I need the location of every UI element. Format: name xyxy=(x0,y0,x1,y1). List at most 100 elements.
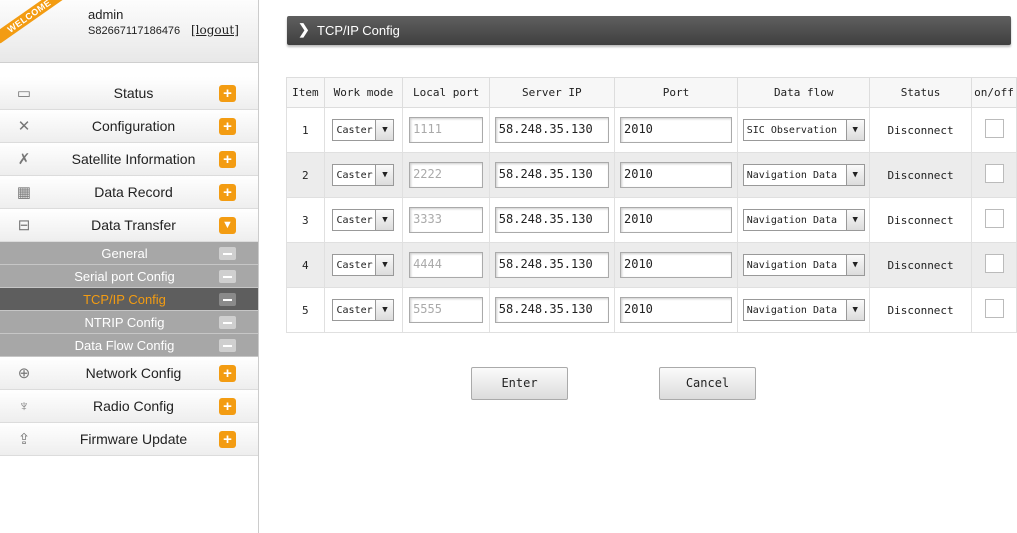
select-value: Caster xyxy=(336,169,373,181)
expand-icon[interactable]: + xyxy=(219,397,236,415)
status-cell: Disconnect xyxy=(869,287,973,333)
local-port-input: 2222 xyxy=(409,162,484,188)
status-cell: Disconnect xyxy=(869,197,973,243)
page-title: TCP/IP Config xyxy=(317,23,400,38)
select-value: Navigation Data xyxy=(746,169,838,181)
data-flow-select[interactable]: Navigation Data ▼ xyxy=(742,209,865,231)
nav-item-label: Radio Config xyxy=(93,398,174,414)
logout-link[interactable]: [logout] xyxy=(191,23,239,37)
table-row: 2 Caster ▼ 2222 58.248.35.130 2010 Naviga… xyxy=(286,152,1017,198)
enter-button[interactable]: Enter xyxy=(471,367,568,400)
work-mode-select[interactable]: Caster ▼ xyxy=(332,164,395,186)
port-input[interactable]: 2010 xyxy=(620,117,732,143)
dropdown-arrow-icon: ▼ xyxy=(375,300,394,320)
expand-icon[interactable]: + xyxy=(219,183,236,201)
subnav-item-label: Data Flow Config xyxy=(74,337,175,353)
tcpip-table: Item Work mode Local port Server IP Port… xyxy=(286,77,1017,333)
expand-icon[interactable]: + xyxy=(219,150,236,168)
select-value: Navigation Data xyxy=(746,214,838,226)
nav-item-label: Data Transfer xyxy=(91,217,176,233)
status-cell: Disconnect xyxy=(869,107,973,153)
table-header-row: Item Work mode Local port Server IP Port… xyxy=(286,77,1017,108)
select-value: Caster xyxy=(336,214,373,226)
on-off-checkbox[interactable] xyxy=(984,164,1004,183)
server-ip-input[interactable]: 58.248.35.130 xyxy=(494,297,609,323)
item-number: 3 xyxy=(286,197,325,243)
expand-icon[interactable]: + xyxy=(219,430,236,448)
data-flow-select[interactable]: Navigation Data ▼ xyxy=(742,164,865,186)
welcome-ribbon: WELCOME xyxy=(0,0,65,44)
collapse-icon[interactable]: ▼ xyxy=(219,216,236,234)
on-off-checkbox[interactable] xyxy=(984,209,1004,228)
col-status: Status xyxy=(869,77,973,108)
on-off-checkbox[interactable] xyxy=(984,119,1004,138)
port-input[interactable]: 2010 xyxy=(620,297,732,323)
cancel-button[interactable]: Cancel xyxy=(659,367,756,400)
main-content: ❯ TCP/IP Config Item Work mode Local por… xyxy=(272,0,1017,533)
nav-item-data-record[interactable]: ▦ Data Record + xyxy=(0,176,258,209)
dropdown-arrow-icon: ▼ xyxy=(375,120,394,140)
calendar-icon: ▦ xyxy=(16,184,32,201)
item-number: 1 xyxy=(286,107,325,153)
nav-item-status[interactable]: ▭ Status + xyxy=(0,77,258,110)
table-row: 4 Caster ▼ 4444 58.248.35.130 2010 Naviga… xyxy=(286,242,1017,288)
minus-icon xyxy=(219,315,236,329)
dropdown-arrow-icon: ▼ xyxy=(845,165,864,185)
status-cell: Disconnect xyxy=(869,242,973,288)
data-flow-select[interactable]: SIC Observation ▼ xyxy=(742,119,865,141)
nav-item-data-transfer[interactable]: ⊟ Data Transfer ▼ xyxy=(0,209,258,242)
minus-icon xyxy=(219,269,236,283)
server-ip-input[interactable]: 58.248.35.130 xyxy=(494,252,609,278)
subnav-item-data-flow-config[interactable]: Data Flow Config xyxy=(0,334,258,357)
server-ip-input[interactable]: 58.248.35.130 xyxy=(494,117,609,143)
port-input[interactable]: 2010 xyxy=(620,207,732,233)
nav-item-configuration[interactable]: ✕ Configuration + xyxy=(0,110,258,143)
work-mode-select[interactable]: Caster ▼ xyxy=(332,209,395,231)
nav-item-label: Network Config xyxy=(85,365,182,381)
tools-icon: ✕ xyxy=(17,118,31,135)
port-input[interactable]: 2010 xyxy=(620,162,732,188)
port-input[interactable]: 2010 xyxy=(620,252,732,278)
upload-icon: ⇪ xyxy=(17,431,31,448)
select-value: Caster xyxy=(336,259,373,271)
satellite-icon: ✗ xyxy=(17,151,31,168)
col-item: Item xyxy=(286,77,325,108)
nav-item-firmware-update[interactable]: ⇪ Firmware Update + xyxy=(0,423,258,456)
select-value: SIC Observation xyxy=(746,124,838,136)
subnav-item-general[interactable]: General xyxy=(0,242,258,265)
nav-item-network-config[interactable]: ⊕ Network Config + xyxy=(0,357,258,390)
select-value: Caster xyxy=(336,304,373,316)
username: admin xyxy=(88,7,124,22)
select-value: Caster xyxy=(336,124,373,136)
table-row: 3 Caster ▼ 3333 58.248.35.130 2010 Naviga… xyxy=(286,197,1017,243)
subnav-item-serial-port-config[interactable]: Serial port Config xyxy=(0,265,258,288)
nav-item-satellite-information[interactable]: ✗ Satellite Information + xyxy=(0,143,258,176)
chevron-right-icon: ❯ xyxy=(298,21,310,37)
subnav-item-tcpip-config[interactable]: TCP/IP Config xyxy=(0,288,258,311)
on-off-checkbox[interactable] xyxy=(984,299,1004,318)
dropdown-arrow-icon: ▼ xyxy=(375,255,394,275)
work-mode-select[interactable]: Caster ▼ xyxy=(332,119,395,141)
data-flow-select[interactable]: Navigation Data ▼ xyxy=(742,299,865,321)
status-cell: Disconnect xyxy=(869,152,973,198)
nav-item-radio-config[interactable]: ♆ Radio Config + xyxy=(0,390,258,423)
user-panel: WELCOME admin S82667117186476 [logout] xyxy=(0,0,258,63)
page-header: ❯ TCP/IP Config xyxy=(287,16,1011,45)
dropdown-arrow-icon: ▼ xyxy=(845,255,864,275)
subnav-item-label: NTRIP Config xyxy=(84,314,165,330)
server-ip-input[interactable]: 58.248.35.130 xyxy=(494,162,609,188)
antenna-icon: ♆ xyxy=(18,397,30,415)
expand-icon[interactable]: + xyxy=(219,117,236,135)
server-ip-input[interactable]: 58.248.35.130 xyxy=(494,207,609,233)
subnav-item-ntrip-config[interactable]: NTRIP Config xyxy=(0,311,258,334)
work-mode-select[interactable]: Caster ▼ xyxy=(332,299,395,321)
nav-item-label: Firmware Update xyxy=(79,431,188,447)
work-mode-select[interactable]: Caster ▼ xyxy=(332,254,395,276)
nav-item-label: Data Record xyxy=(94,184,173,200)
expand-icon[interactable]: + xyxy=(219,84,236,102)
serial-number: S82667117186476 xyxy=(88,25,181,37)
minus-icon xyxy=(219,246,236,260)
on-off-checkbox[interactable] xyxy=(984,254,1004,273)
expand-icon[interactable]: + xyxy=(219,364,236,382)
data-flow-select[interactable]: Navigation Data ▼ xyxy=(742,254,865,276)
